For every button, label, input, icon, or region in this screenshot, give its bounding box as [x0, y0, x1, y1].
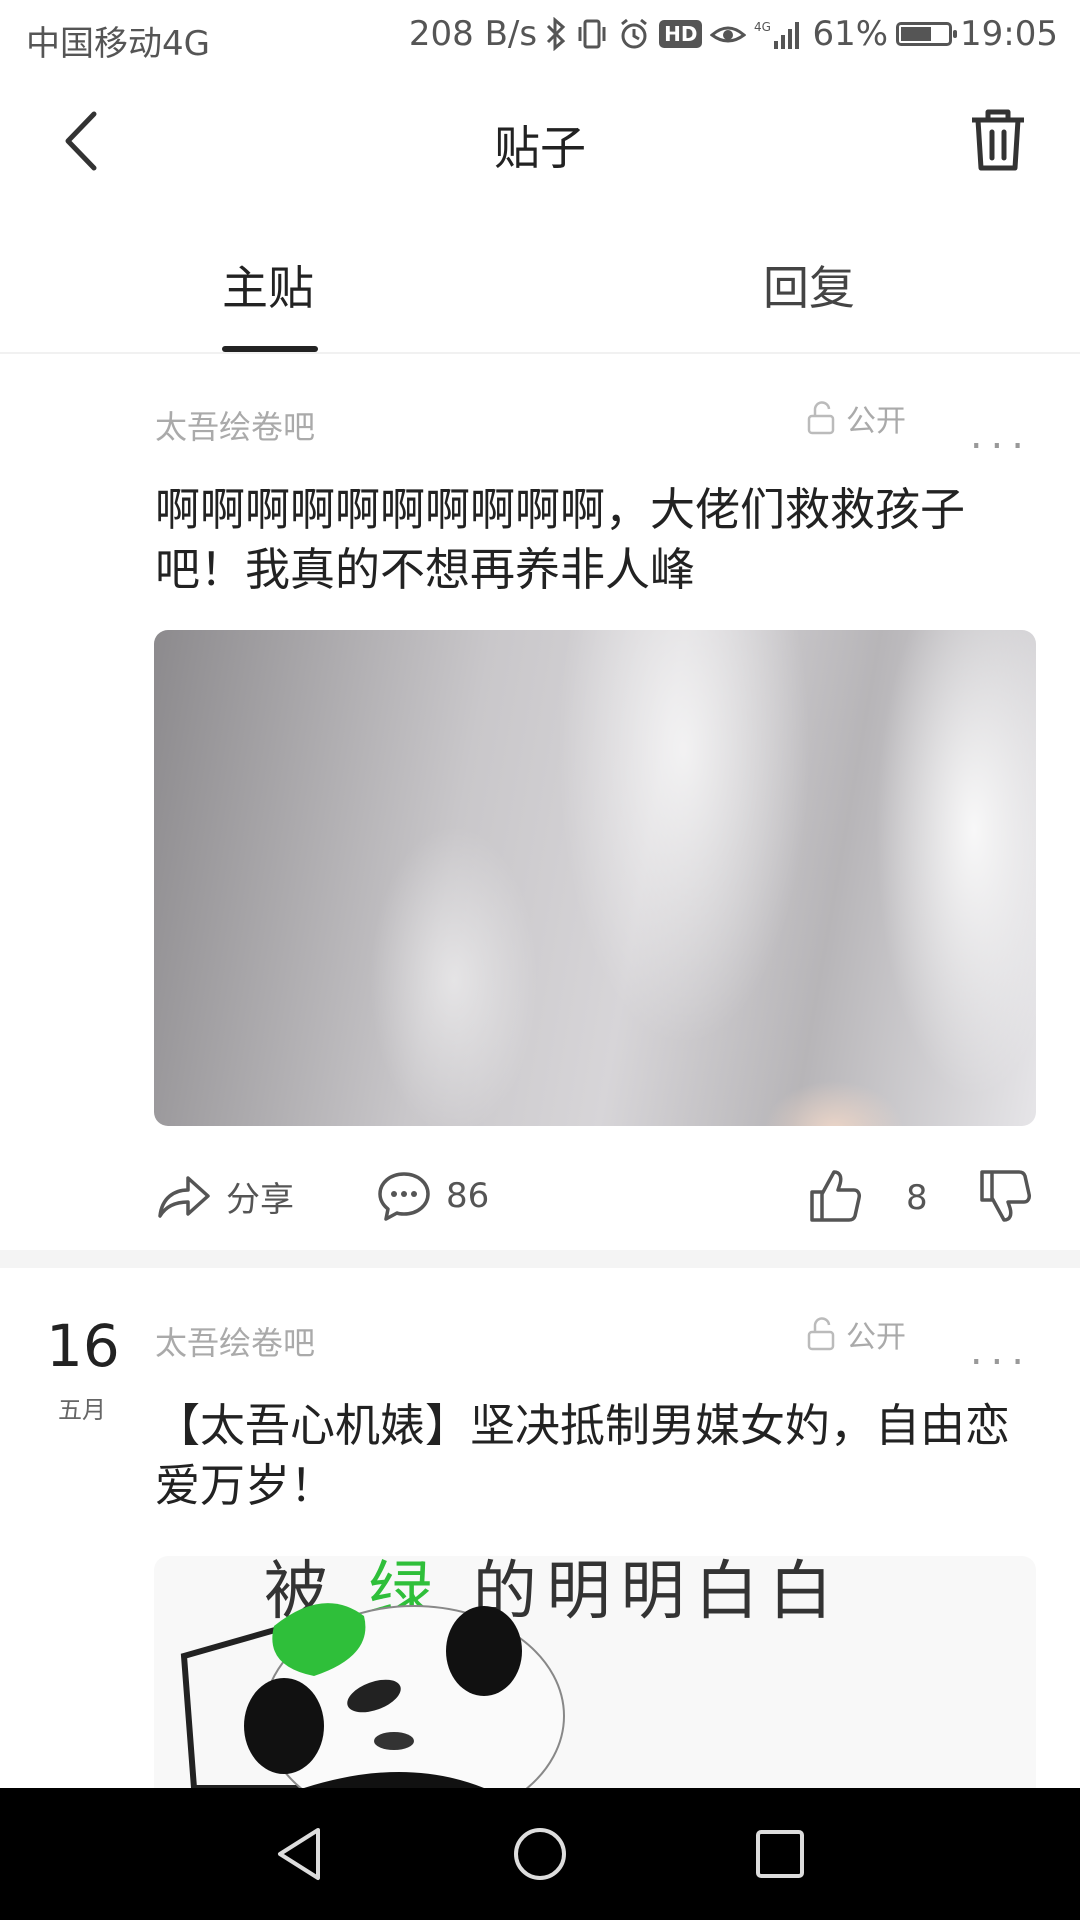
system-nav-bar — [0, 1788, 1080, 1920]
post-title[interactable]: 【太吾心机婊】坚决抵制男媒女妁，自由恋爱万岁！ — [155, 1396, 1030, 1516]
like-count: 8 — [906, 1178, 928, 1218]
share-icon — [158, 1176, 210, 1218]
forum-name[interactable]: 太吾绘卷吧 — [155, 402, 315, 448]
battery-percent: 61% — [812, 14, 889, 54]
post-date-day: 16 — [46, 1312, 120, 1380]
nav-recents-button[interactable] — [750, 1824, 810, 1884]
page-title: 贴子 — [494, 121, 586, 175]
privacy-label: 公开 — [846, 404, 906, 439]
hd-icon: HD — [659, 20, 703, 48]
dislike-button[interactable] — [978, 1168, 1032, 1224]
comment-button[interactable]: 86 — [376, 1170, 489, 1222]
privacy-status: 公开 — [806, 1312, 906, 1356]
svg-text:4G: 4G — [754, 20, 771, 34]
alarm-icon — [617, 17, 651, 51]
post-title[interactable]: 啊啊啊啊啊啊啊啊啊啊，大佬们救救孩子吧！我真的不想再养非人峰 — [155, 480, 1030, 600]
circle-home-icon — [514, 1828, 566, 1880]
share-button[interactable]: 分享 — [156, 1170, 294, 1222]
thumbs-up-icon — [810, 1170, 861, 1222]
signal-icon: 4G — [754, 17, 804, 51]
tab-main-post[interactable]: 主贴 — [222, 252, 314, 318]
more-options-button[interactable]: ... — [970, 1328, 1032, 1374]
tab-replies[interactable]: 回复 — [763, 252, 855, 318]
bluetooth-icon — [545, 17, 567, 51]
like-button[interactable] — [808, 1168, 862, 1224]
post-date-month: 五月 — [58, 1396, 106, 1424]
network-speed: 208 B/s — [408, 14, 538, 54]
app-header: 贴子 — [0, 76, 1080, 206]
post-card[interactable]: 16 五月 太吾绘卷吧 公开 ... 【太吾心机婊】坚决抵制男媒女妁，自由恋爱万… — [0, 1268, 1080, 1788]
trash-icon — [972, 109, 1024, 171]
share-label: 分享 — [226, 1179, 294, 1220]
tab-bar: 主贴 回复 — [0, 206, 1080, 354]
thumbs-down-icon — [980, 1170, 1031, 1222]
post-image[interactable]: 被 绿 的明明白白 — [154, 1556, 1036, 1788]
unlock-icon — [807, 401, 835, 435]
nav-home-button[interactable] — [510, 1824, 570, 1884]
post-card[interactable]: 太吾绘卷吧 公开 ... 啊啊啊啊啊啊啊啊啊啊，大佬们救救孩子吧！我真的不想再养… — [0, 352, 1080, 1250]
post-actions: 分享 86 8 — [0, 1160, 1080, 1240]
status-icons: 208 B/s HD 4G 61% 19:05 — [409, 14, 1058, 54]
more-options-button[interactable]: ... — [970, 412, 1032, 458]
nav-back-button[interactable] — [270, 1824, 330, 1884]
eye-comfort-icon — [710, 19, 747, 49]
square-recents-icon — [756, 1830, 804, 1878]
forum-name[interactable]: 太吾绘卷吧 — [155, 1318, 315, 1364]
vibrate-icon — [575, 17, 609, 51]
triangle-back-icon — [278, 1828, 320, 1880]
delete-button[interactable] — [962, 104, 1034, 176]
comment-icon — [378, 1172, 430, 1221]
privacy-status: 公开 — [806, 396, 906, 440]
panda-meme-illustration — [180, 1603, 565, 1788]
carrier-name: 中国移动4G — [26, 24, 210, 64]
comment-count: 86 — [446, 1176, 490, 1216]
clock: 19:05 — [960, 14, 1058, 54]
battery-icon — [896, 22, 958, 46]
post-divider — [0, 1250, 1080, 1268]
status-bar: 中国移动4G 208 B/s HD 4G 61% 19:05 — [0, 0, 1080, 76]
unlock-icon — [807, 1317, 835, 1351]
post-image[interactable] — [154, 630, 1036, 1126]
privacy-label: 公开 — [846, 1320, 906, 1355]
